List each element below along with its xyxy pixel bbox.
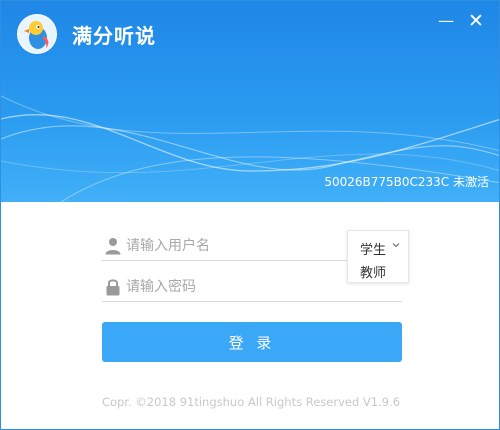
username-field <box>102 231 347 261</box>
close-button[interactable]: ✕ <box>465 11 487 31</box>
copyright-text: Copr. ©2018 91tingshuo All Rights Reserv… <box>101 395 401 409</box>
password-field <box>102 272 402 302</box>
username-input[interactable] <box>126 233 336 259</box>
app-title: 满分听说 <box>72 24 156 48</box>
password-input[interactable] <box>126 274 336 300</box>
role-option-selected[interactable]: 学生 <box>360 239 386 258</box>
user-icon <box>105 238 121 255</box>
device-activation-status: 50026B775B0C233C 未激活 <box>324 175 489 189</box>
chevron-down-icon <box>392 243 400 248</box>
minimize-button[interactable]: — <box>435 11 457 31</box>
login-window: 满分听说 — ✕ 50026B775B0C233C 未激活 学生 教师 登 录 … <box>0 0 500 430</box>
header-banner: 满分听说 — ✕ 50026B775B0C233C 未激活 <box>1 1 499 202</box>
parrot-mascot-icon <box>17 14 57 54</box>
login-button[interactable]: 登 录 <box>102 322 402 362</box>
lock-icon <box>106 279 120 296</box>
